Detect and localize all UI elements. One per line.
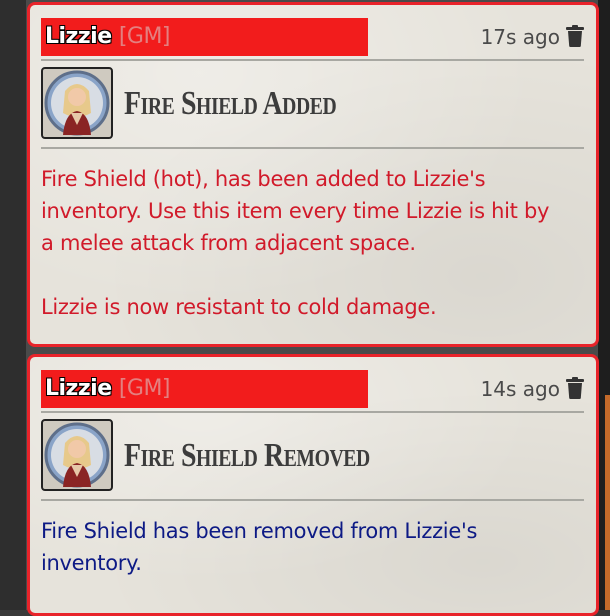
divider xyxy=(41,147,584,149)
chat-log: Lizzie [GM] 17s ago Fire Shield Added Fi… xyxy=(0,0,610,616)
body-line: inventory. Use this item every time Lizz… xyxy=(41,199,550,223)
trash-icon[interactable] xyxy=(566,25,584,47)
message-title: Fire Shield Removed xyxy=(124,437,370,474)
chat-message: Lizzie [GM] 17s ago Fire Shield Added Fi… xyxy=(27,2,599,347)
sender-role: [GM] xyxy=(118,376,171,401)
sender-role: [GM] xyxy=(118,24,171,49)
message-body: Fire Shield has been removed from Lizzie… xyxy=(41,515,589,579)
character-portrait-icon xyxy=(44,70,110,136)
left-panel-edge xyxy=(0,0,26,610)
character-portrait-icon xyxy=(44,422,110,488)
sender-name: Lizzie [GM] xyxy=(45,374,171,404)
avatar[interactable] xyxy=(41,67,113,139)
body-line xyxy=(41,259,589,291)
avatar[interactable] xyxy=(41,419,113,491)
scrollbar-accent xyxy=(605,395,610,610)
divider xyxy=(41,411,584,413)
trash-icon[interactable] xyxy=(566,377,584,399)
message-body: Fire Shield (hot), has been added to Liz… xyxy=(41,163,589,323)
message-header: Lizzie [GM] 17s ago xyxy=(41,18,584,56)
chat-message: Lizzie [GM] 14s ago Fire Shield Removed … xyxy=(27,354,599,616)
message-timestamp: 17s ago xyxy=(480,25,560,49)
message-header: Lizzie [GM] 14s ago xyxy=(41,370,584,408)
body-line: Fire Shield has been removed from Lizzie… xyxy=(41,519,478,543)
divider xyxy=(41,59,584,61)
sender-name: Lizzie [GM] xyxy=(45,22,171,52)
body-line: Lizzie is now resistant to cold damage. xyxy=(41,295,437,319)
sender-bar: Lizzie [GM] xyxy=(41,370,368,408)
message-timestamp: 14s ago xyxy=(480,377,560,401)
body-line: inventory. xyxy=(41,551,142,575)
body-line: a melee attack from adjacent space. xyxy=(41,231,416,255)
body-line: Fire Shield (hot), has been added to Liz… xyxy=(41,167,486,191)
sender-label: Lizzie xyxy=(45,24,112,49)
message-title: Fire Shield Added xyxy=(124,85,337,122)
sender-bar: Lizzie [GM] xyxy=(41,18,368,56)
divider xyxy=(41,499,584,501)
sender-label: Lizzie xyxy=(45,376,112,401)
